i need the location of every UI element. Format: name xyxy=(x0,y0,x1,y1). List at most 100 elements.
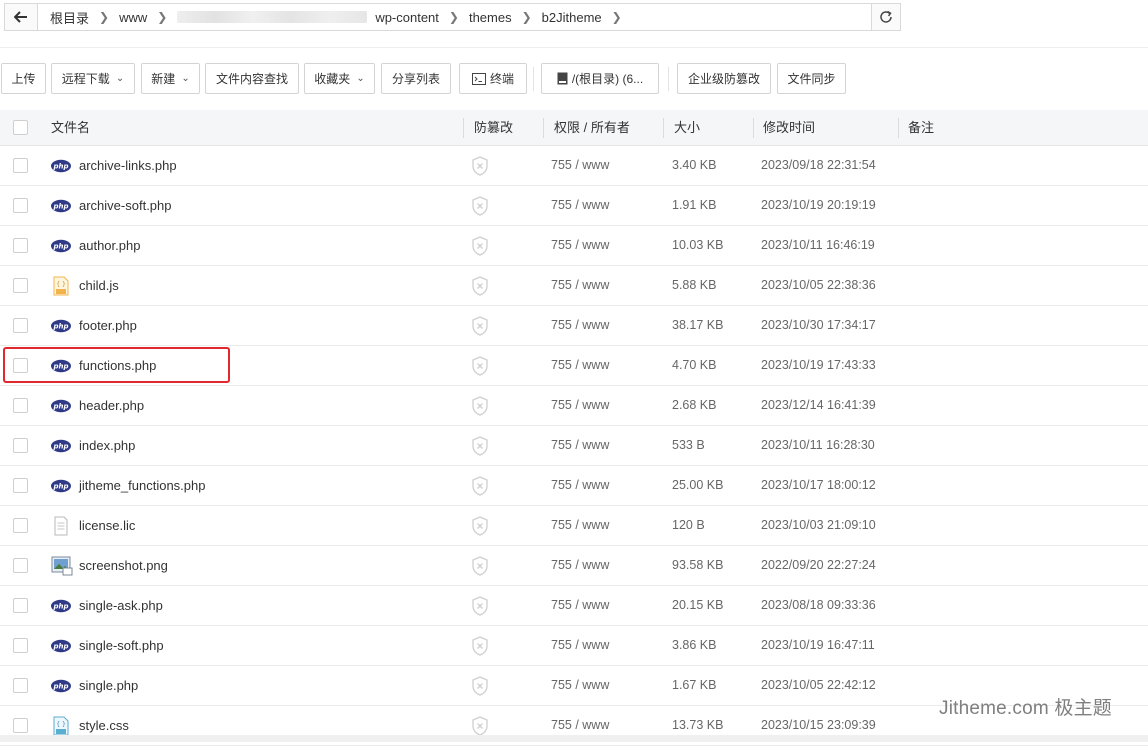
file-permission[interactable]: 755 / www xyxy=(551,466,609,505)
file-permission[interactable]: 755 / www xyxy=(551,386,609,425)
shield-icon[interactable] xyxy=(471,236,489,256)
file-permission[interactable]: 755 / www xyxy=(551,346,609,385)
breadcrumb-wp-content[interactable]: wp-content xyxy=(371,10,443,25)
table-row[interactable]: php single-soft.php 755 / www 3.86 KB 2023/1… xyxy=(0,626,1148,666)
table-row[interactable]: php single-ask.php 755 / www 20.15 KB 2023/0… xyxy=(0,586,1148,626)
share-list-button[interactable]: 分享列表 xyxy=(381,63,451,94)
file-permission[interactable]: 755 / www xyxy=(551,426,609,465)
file-permission[interactable]: 755 / www xyxy=(551,626,609,665)
breadcrumb-root[interactable]: 根目录 xyxy=(46,8,93,27)
table-row[interactable]: php footer.php 755 / www 38.17 KB 2023/10/30… xyxy=(0,306,1148,346)
shield-icon[interactable] xyxy=(471,196,489,216)
table-row[interactable]: php archive-soft.php 755 / www 1.91 KB 2023/… xyxy=(0,186,1148,226)
breadcrumb-themes[interactable]: themes xyxy=(465,10,516,25)
divider xyxy=(663,118,664,138)
table-row[interactable]: php jitheme_functions.php 755 / www 25.00 K… xyxy=(0,466,1148,506)
table-row[interactable]: { } child.js 755 / www 5.88 KB 2023/10/05 22… xyxy=(0,266,1148,306)
shield-icon[interactable] xyxy=(471,556,489,576)
row-checkbox[interactable] xyxy=(13,518,28,533)
file-name[interactable]: screenshot.png xyxy=(79,546,168,585)
header-size[interactable]: 大小 xyxy=(674,110,700,145)
file-permission[interactable]: 755 / www xyxy=(551,306,609,345)
file-permission[interactable]: 755 / www xyxy=(551,226,609,265)
table-row[interactable]: php functions.php 755 / www 4.70 KB 2023/10/… xyxy=(0,346,1148,386)
row-checkbox[interactable] xyxy=(13,438,28,453)
table-row[interactable]: php index.php 755 / www 533 B 2023/10/11 16:… xyxy=(0,426,1148,466)
shield-icon[interactable] xyxy=(471,276,489,296)
refresh-button[interactable] xyxy=(871,4,900,30)
remote-download-button[interactable]: 远程下载 ⌄ xyxy=(51,63,135,94)
file-name[interactable]: jitheme_functions.php xyxy=(79,466,205,505)
table-row[interactable]: screenshot.png 755 / www 93.58 KB 2022/09/2… xyxy=(0,546,1148,586)
disk-button[interactable]: /(根目录) (6... xyxy=(541,63,659,94)
file-name[interactable]: footer.php xyxy=(79,306,137,345)
file-name[interactable]: single-ask.php xyxy=(79,586,163,625)
row-checkbox[interactable] xyxy=(13,678,28,693)
shield-icon[interactable] xyxy=(471,476,489,496)
file-permission[interactable]: 755 / www xyxy=(551,146,609,185)
file-size: 20.15 KB xyxy=(672,598,724,612)
row-checkbox[interactable] xyxy=(13,358,28,373)
row-checkbox[interactable] xyxy=(13,238,28,253)
shield-icon[interactable] xyxy=(471,716,489,736)
file-name[interactable]: index.php xyxy=(79,426,135,465)
file-name[interactable]: functions.php xyxy=(79,346,156,385)
row-checkbox[interactable] xyxy=(13,198,28,213)
table-row[interactable]: php header.php 755 / www 2.68 KB 2023/12/14 … xyxy=(0,386,1148,426)
svg-text:php: php xyxy=(52,682,68,690)
css-file-icon: { } xyxy=(51,716,71,736)
shield-icon[interactable] xyxy=(471,636,489,656)
shield-icon[interactable] xyxy=(471,156,489,176)
remote-download-label: 远程下载 xyxy=(61,72,110,86)
new-button[interactable]: 新建 ⌄ xyxy=(141,63,200,94)
file-name[interactable]: single-soft.php xyxy=(79,626,164,665)
back-button[interactable] xyxy=(5,4,38,30)
file-name[interactable]: archive-soft.php xyxy=(79,186,172,225)
file-permission[interactable]: 755 / www xyxy=(551,186,609,225)
row-checkbox[interactable] xyxy=(13,318,28,333)
file-name[interactable]: header.php xyxy=(79,386,144,425)
file-name[interactable]: archive-links.php xyxy=(79,146,177,185)
shield-icon[interactable] xyxy=(471,516,489,536)
file-name[interactable]: child.js xyxy=(79,266,119,305)
row-checkbox[interactable] xyxy=(13,558,28,573)
row-checkbox[interactable] xyxy=(13,158,28,173)
header-name[interactable]: 文件名 xyxy=(51,110,90,145)
tamper-proof-button[interactable]: 企业级防篡改 xyxy=(677,63,771,94)
terminal-button[interactable]: 终端 xyxy=(459,63,527,94)
shield-icon[interactable] xyxy=(471,356,489,376)
file-name[interactable]: license.lic xyxy=(79,506,135,545)
search-content-button[interactable]: 文件内容查找 xyxy=(205,63,299,94)
row-checkbox[interactable] xyxy=(13,718,28,733)
file-sync-button[interactable]: 文件同步 xyxy=(777,63,846,94)
header-tamper[interactable]: 防篡改 xyxy=(474,110,513,145)
breadcrumb-b2jitheme[interactable]: b2Jitheme xyxy=(538,10,606,25)
shield-icon[interactable] xyxy=(471,436,489,456)
shield-icon[interactable] xyxy=(471,316,489,336)
breadcrumb-www[interactable]: www xyxy=(115,10,151,25)
select-all-checkbox[interactable] xyxy=(13,120,28,135)
shield-icon[interactable] xyxy=(471,396,489,416)
header-perm[interactable]: 权限 / 所有者 xyxy=(554,110,630,145)
file-permission[interactable]: 755 / www xyxy=(551,546,609,585)
file-name[interactable]: single.php xyxy=(79,666,138,705)
header-mtime[interactable]: 修改时间 xyxy=(763,110,815,145)
divider xyxy=(898,118,899,138)
row-checkbox[interactable] xyxy=(13,638,28,653)
file-permission[interactable]: 755 / www xyxy=(551,666,609,705)
table-row[interactable]: php archive-links.php 755 / www 3.40 KB 2023… xyxy=(0,146,1148,186)
file-permission[interactable]: 755 / www xyxy=(551,586,609,625)
row-checkbox[interactable] xyxy=(13,398,28,413)
row-checkbox[interactable] xyxy=(13,478,28,493)
favorites-button[interactable]: 收藏夹 ⌄ xyxy=(304,63,375,94)
file-name[interactable]: author.php xyxy=(79,226,140,265)
file-permission[interactable]: 755 / www xyxy=(551,266,609,305)
row-checkbox[interactable] xyxy=(13,598,28,613)
table-row[interactable]: php author.php 755 / www 10.03 KB 2023/10/11… xyxy=(0,226,1148,266)
file-permission[interactable]: 755 / www xyxy=(551,506,609,545)
shield-icon[interactable] xyxy=(471,596,489,616)
row-checkbox[interactable] xyxy=(13,278,28,293)
shield-icon[interactable] xyxy=(471,676,489,696)
upload-button[interactable]: 上传 xyxy=(1,63,46,94)
table-row[interactable]: license.lic 755 / www 120 B 2023/10/03 21:0… xyxy=(0,506,1148,546)
